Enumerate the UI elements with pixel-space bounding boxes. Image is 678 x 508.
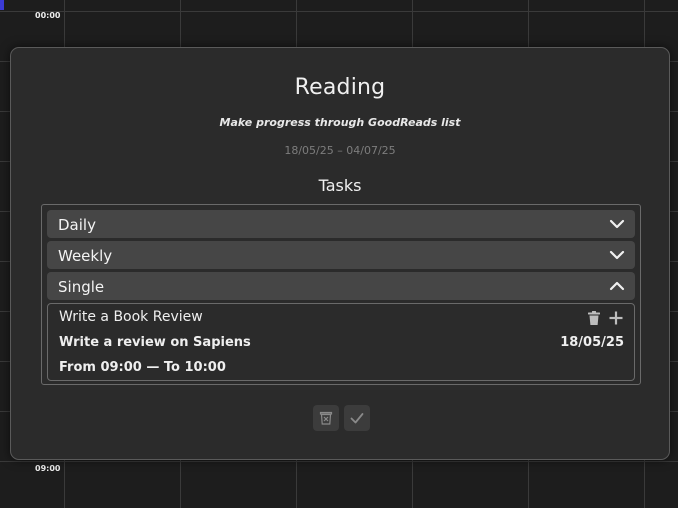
time-label-top: 00:00 [35,11,61,20]
section-weekly-label: Weekly [58,247,113,265]
delete-bin-icon [319,411,333,425]
goal-description: Make progress through GoodReads list [219,116,461,129]
task-card[interactable]: Write a Book Review Write a review on Sa… [47,303,635,381]
chevron-up-icon [609,281,625,291]
calendar-accent-marker [0,0,4,10]
task-description: Write a review on Sapiens [59,335,251,350]
goal-detail-modal: Reading Make progress through GoodReads … [10,47,670,460]
tasks-heading: Tasks [318,176,362,195]
section-weekly-toggle[interactable]: Weekly [47,241,635,269]
section-daily-toggle[interactable]: Daily [47,210,635,238]
delete-goal-button[interactable] [313,405,339,431]
checkmark-icon [350,413,364,424]
confirm-goal-button[interactable] [344,405,370,431]
time-label-bottom: 09:00 [35,464,61,473]
chevron-down-icon [609,219,625,229]
section-single-label: Single [58,278,105,296]
goal-date-range: 18/05/25 – 04/07/25 [284,144,396,157]
task-title: Write a Book Review [59,309,203,325]
trash-icon[interactable] [586,310,602,326]
task-time-range: From 09:00 — To 10:00 [59,360,226,375]
section-daily-label: Daily [58,216,96,234]
plus-icon[interactable] [608,310,624,326]
task-date: 18/05/25 [560,335,624,350]
goal-title: Reading [294,75,386,100]
chevron-down-icon [609,250,625,260]
tasks-panel: Daily Weekly Single Write a Book Review [41,204,641,385]
section-single-toggle[interactable]: Single [47,272,635,300]
